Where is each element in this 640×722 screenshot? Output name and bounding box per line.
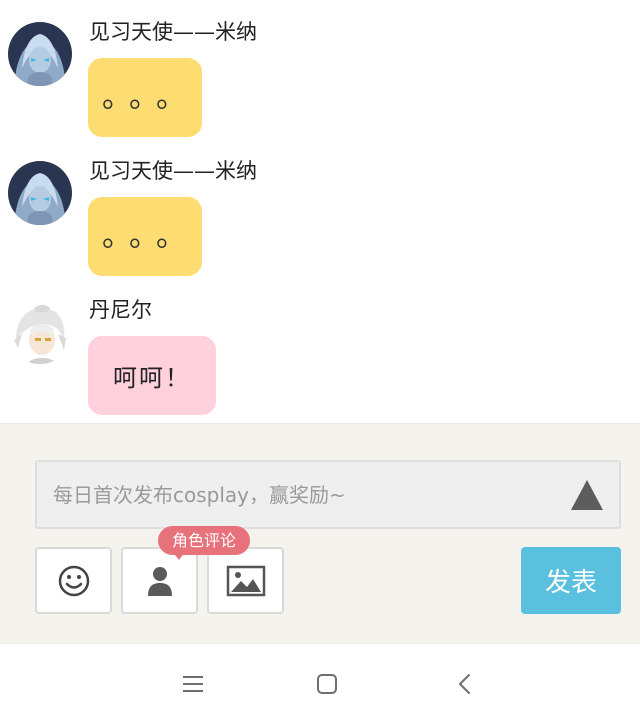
emoji-button[interactable] [35,547,112,614]
menu-icon[interactable] [175,666,211,702]
badge-pointer [172,551,186,560]
post-button[interactable]: 发表 [521,547,621,614]
image-button[interactable] [207,547,284,614]
message-text: 呵呵！ [113,364,191,392]
sender-avatar[interactable] [8,161,72,225]
sender-avatar[interactable] [8,300,72,364]
composer-panel: 角色评论 发表 [0,423,640,643]
message-bubble[interactable]: 呵呵！ [88,336,216,415]
comment-input[interactable] [37,462,557,527]
chat-area: 见习天使——米纳 。。。 见习天使——米纳 。。。 丹尼尔 呵呵！ [0,0,640,423]
message-bubble[interactable]: 。。。 [88,197,202,276]
sender-name: 见习天使——米纳 [89,20,257,44]
sender-avatar[interactable] [8,22,72,86]
triangle-up-icon[interactable] [571,480,603,510]
message-text: 。。。 [102,218,198,254]
sender-name: 丹尼尔 [89,298,152,322]
role-comment-button[interactable] [121,547,198,614]
back-chevron-icon[interactable] [447,666,483,702]
smiley-icon [58,565,89,596]
comment-input-box [35,460,621,529]
sender-name: 见习天使——米纳 [89,159,257,183]
message-text: 。。。 [102,79,198,115]
message-bubble[interactable]: 。。。 [88,58,202,137]
image-icon [226,565,265,596]
person-icon [147,566,172,596]
system-navigation-bar [0,643,640,722]
home-square-icon[interactable] [309,666,345,702]
